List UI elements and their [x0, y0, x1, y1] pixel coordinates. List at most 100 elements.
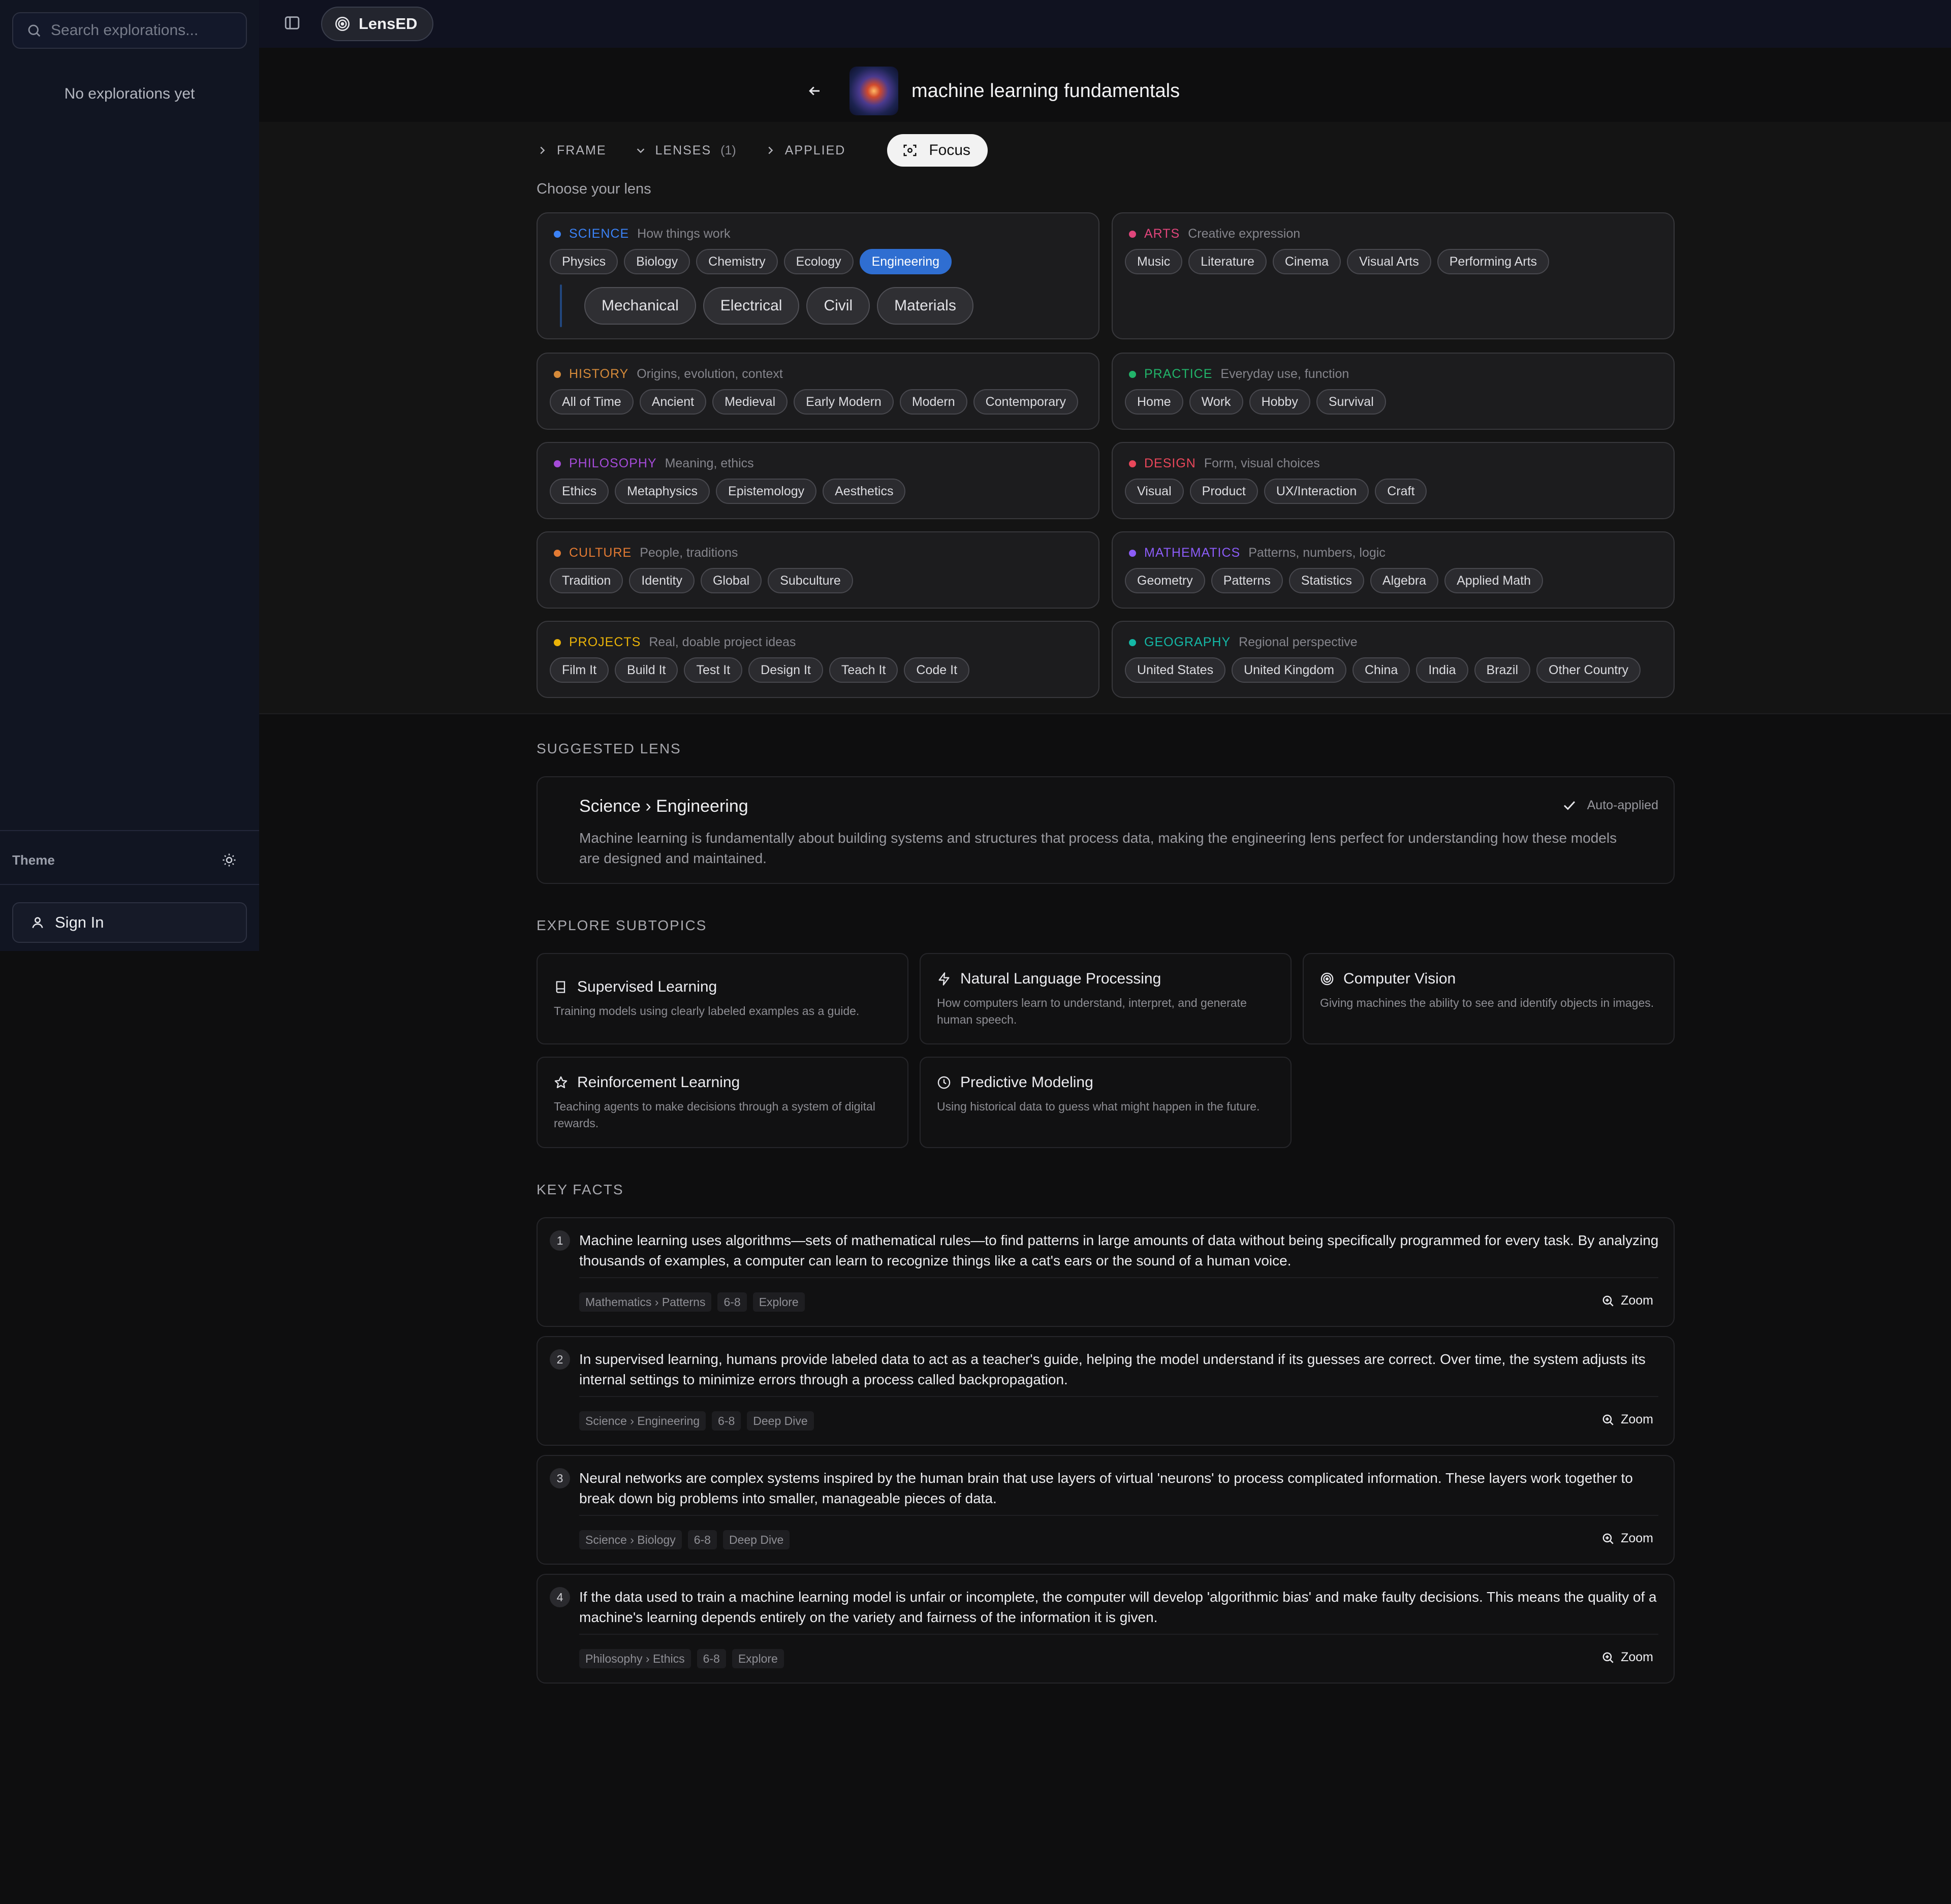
lens-chip-subculture[interactable]: Subculture: [768, 568, 853, 593]
lens-chip-work[interactable]: Work: [1189, 389, 1243, 415]
subtopic-card[interactable]: Computer Vision Giving machines the abil…: [1303, 953, 1675, 1044]
category-dot: [554, 549, 561, 557]
tab-lenses[interactable]: LENSES (1): [635, 143, 736, 158]
lens-chip-craft[interactable]: Craft: [1375, 479, 1427, 504]
sidebar-divider: [0, 830, 259, 831]
lens-chip-ethics[interactable]: Ethics: [550, 479, 609, 504]
lens-chip-ux-interaction[interactable]: UX/Interaction: [1264, 479, 1369, 504]
lens-chip-patterns[interactable]: Patterns: [1211, 568, 1283, 593]
lens-chip-epistemology[interactable]: Epistemology: [716, 479, 817, 504]
lens-chip-india[interactable]: India: [1416, 657, 1468, 683]
lens-chip-applied-math[interactable]: Applied Math: [1444, 568, 1544, 593]
lens-chip-teach-it[interactable]: Teach It: [829, 657, 898, 683]
lens-chip-ecology[interactable]: Ecology: [783, 249, 854, 274]
subtopic-card[interactable]: Reinforcement Learning Teaching agents t…: [537, 1057, 908, 1148]
lens-chip-music[interactable]: Music: [1125, 249, 1183, 274]
lens-chip-literature[interactable]: Literature: [1188, 249, 1267, 274]
lens-chip-film-it[interactable]: Film It: [550, 657, 609, 683]
sign-in-button[interactable]: Sign In: [12, 902, 247, 943]
lens-chip-home[interactable]: Home: [1125, 389, 1183, 415]
lens-chip-metaphysics[interactable]: Metaphysics: [615, 479, 710, 504]
lens-chip-aesthetics[interactable]: Aesthetics: [823, 479, 906, 504]
lens-chip-build-it[interactable]: Build It: [615, 657, 678, 683]
sub-lens-chip-civil[interactable]: Civil: [806, 287, 870, 325]
subtopic-card[interactable]: Natural Language Processing How computer…: [920, 953, 1292, 1044]
topic-thumbnail: [849, 67, 898, 115]
lens-chip-all-of-time[interactable]: All of Time: [550, 389, 634, 415]
lens-chip-modern[interactable]: Modern: [899, 389, 967, 415]
sub-lens-indicator: [560, 284, 562, 327]
target-icon: [1320, 972, 1334, 986]
tab-applied[interactable]: APPLIED: [765, 143, 846, 158]
category-card-geography: GEOGRAPHY Regional perspective United Stat…: [1112, 621, 1675, 698]
lens-chip-brazil[interactable]: Brazil: [1474, 657, 1531, 683]
search-input[interactable]: [51, 22, 244, 39]
tab-frame[interactable]: FRAME: [537, 143, 607, 158]
zoom-button[interactable]: Zoom: [1601, 1531, 1653, 1546]
sub-lens-chip-electrical[interactable]: Electrical: [703, 287, 800, 325]
lens-chip-survival[interactable]: Survival: [1316, 389, 1386, 415]
suggested-lens-description: Machine learning is fundamentally about …: [579, 830, 1617, 866]
lens-chip-china[interactable]: China: [1352, 657, 1410, 683]
lens-chip-statistics[interactable]: Statistics: [1288, 568, 1364, 593]
lens-chip-early-modern[interactable]: Early Modern: [794, 389, 894, 415]
lens-chip-product[interactable]: Product: [1189, 479, 1258, 504]
category-header: MATHEMATICS Patterns, numbers, logic: [1129, 546, 1386, 560]
lens-chip-visual[interactable]: Visual: [1125, 479, 1184, 504]
lens-chip-performing-arts[interactable]: Performing Arts: [1437, 249, 1550, 274]
subtopic-card[interactable]: Predictive Modeling Using historical dat…: [920, 1057, 1292, 1148]
lens-chip-chemistry[interactable]: Chemistry: [696, 249, 778, 274]
sub-lens-chip-mechanical[interactable]: Mechanical: [584, 287, 696, 325]
lens-chip-test-it[interactable]: Test It: [684, 657, 743, 683]
lens-chip-cinema[interactable]: Cinema: [1272, 249, 1341, 274]
lens-chip-tradition[interactable]: Tradition: [550, 568, 623, 593]
sidebar-divider: [0, 884, 259, 885]
lens-chip-medieval[interactable]: Medieval: [712, 389, 788, 415]
category-header: CULTURE People, traditions: [554, 546, 738, 560]
back-arrow-icon[interactable]: [807, 83, 822, 99]
lens-chip-geometry[interactable]: Geometry: [1125, 568, 1205, 593]
category-chips: Visual Product UX/Interaction Craft: [1125, 479, 1427, 504]
fact-tag: Philosophy › Ethics: [579, 1649, 691, 1668]
theme-row: Theme: [12, 849, 241, 871]
sub-lens-chip-materials[interactable]: Materials: [877, 287, 973, 325]
subtopic-title: Reinforcement Learning: [577, 1074, 740, 1091]
lens-chip-biology[interactable]: Biology: [624, 249, 690, 274]
focus-button[interactable]: Focus: [887, 134, 988, 167]
sun-icon[interactable]: [222, 852, 237, 868]
subtopics-heading: EXPLORE SUBTOPICS: [537, 917, 707, 933]
category-card-history: HISTORY Origins, evolution, context All of…: [537, 353, 1099, 430]
main-content: machine learning fundamentals FRAME LENS…: [259, 48, 1951, 1904]
lens-chip-algebra[interactable]: Algebra: [1370, 568, 1439, 593]
lens-chip-design-it[interactable]: Design It: [748, 657, 823, 683]
lens-chip-global[interactable]: Global: [700, 568, 762, 593]
lens-chip-hobby[interactable]: Hobby: [1249, 389, 1310, 415]
zoom-button[interactable]: Zoom: [1601, 1650, 1653, 1665]
sidebar-toggle-icon[interactable]: [284, 14, 301, 31]
lens-chip-visual-arts[interactable]: Visual Arts: [1347, 249, 1431, 274]
category-name: PHILOSOPHY: [569, 456, 657, 470]
lens-chip-united-kingdom[interactable]: United Kingdom: [1232, 657, 1346, 683]
lens-chip-contemporary[interactable]: Contemporary: [973, 389, 1078, 415]
lens-chip-other-country[interactable]: Other Country: [1536, 657, 1641, 683]
lightning-icon: [937, 972, 951, 986]
lens-chip-united-states[interactable]: United States: [1125, 657, 1226, 683]
suggested-lens-title: Science › Engineering: [579, 797, 748, 816]
category-description: People, traditions: [640, 546, 738, 560]
search-icon: [26, 23, 42, 38]
lens-chip-identity[interactable]: Identity: [629, 568, 695, 593]
fact-number: 4: [550, 1587, 570, 1607]
category-chips: United States United Kingdom China India Bra…: [1125, 657, 1641, 683]
lens-chip-engineering[interactable]: Engineering: [859, 249, 952, 274]
subtopic-card[interactable]: Supervised Learning Training models usin…: [537, 953, 908, 1044]
zoom-button[interactable]: Zoom: [1601, 1293, 1653, 1308]
lens-chip-ancient[interactable]: Ancient: [639, 389, 707, 415]
key-facts-heading: KEY FACTS: [537, 1182, 624, 1197]
subtopic-title: Computer Vision: [1343, 970, 1456, 987]
lens-chip-physics[interactable]: Physics: [550, 249, 618, 274]
book-icon: [554, 980, 568, 994]
search-box[interactable]: [12, 12, 247, 49]
zoom-button[interactable]: Zoom: [1601, 1412, 1653, 1427]
brand-button[interactable]: LensED: [321, 7, 434, 41]
lens-chip-code-it[interactable]: Code It: [904, 657, 970, 683]
